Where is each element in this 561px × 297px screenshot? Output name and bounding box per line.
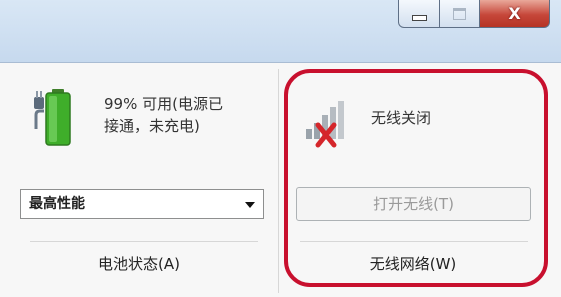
maximize-button[interactable]	[440, 0, 480, 28]
minimize-button[interactable]	[398, 0, 440, 28]
close-button[interactable]: X	[480, 0, 550, 28]
battery-section-label: 电池状态(A)	[98, 255, 180, 273]
power-plan-value: 最高性能	[29, 196, 85, 212]
battery-status-text: 99% 可用(电源已 接通，未充电)	[104, 93, 223, 137]
battery-status-line2: 接通，未充电)	[104, 117, 200, 135]
divider	[30, 241, 258, 242]
caption-buttons: X	[398, 0, 550, 30]
battery-plug-icon	[34, 89, 71, 146]
chevron-down-icon	[245, 202, 255, 208]
battery-status-line1: 99% 可用(电源已	[104, 95, 223, 113]
maximize-icon	[453, 7, 466, 20]
battery-panel: 99% 可用(电源已 接通，未充电) 最高性能 电池状态(A)	[0, 63, 278, 297]
minimize-icon	[411, 14, 427, 21]
panel-divider	[278, 69, 279, 293]
highlight-annotation	[284, 69, 548, 287]
power-plan-select[interactable]: 最高性能	[20, 189, 264, 219]
window-titlebar: X	[0, 0, 561, 63]
close-icon: X	[508, 4, 521, 23]
